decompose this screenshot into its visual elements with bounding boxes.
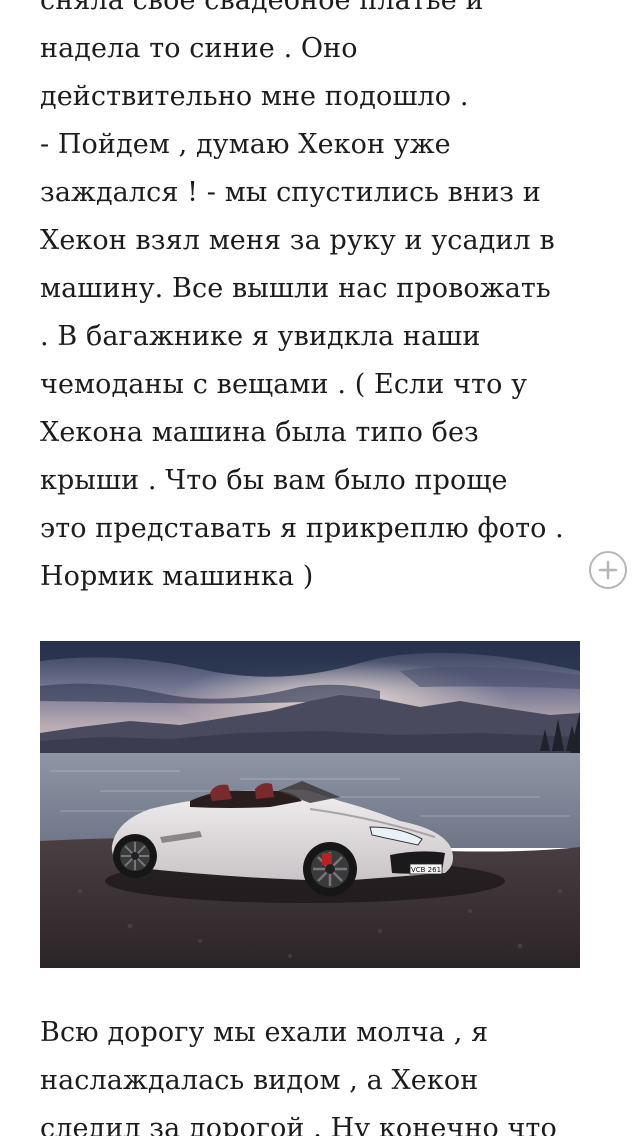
story-line: - Пойдем , думаю Хекон уже (40, 129, 451, 160)
story-line: это представать я прикреплю фото . (40, 513, 564, 544)
story-line: действительно мне подошло . (40, 81, 469, 112)
story-line: сняла свое свадебное платье и (40, 0, 484, 16)
story-line: Хекона машина была типо без (40, 417, 479, 448)
story-paragraph-top: сняла свое свадебное платье и надела то … (40, 0, 600, 601)
story-line: крыши . Что бы вам было проще (40, 465, 508, 496)
story-line: заждался ! - мы спустились вниз и (40, 177, 541, 208)
story-line: Хекон взял меня за руку и усадил в (40, 225, 555, 256)
story-line: наслаждалась видом , а Хекон (40, 1065, 479, 1096)
add-comment-button[interactable] (589, 551, 627, 589)
convertible-car-photo: VCB 261 (40, 641, 580, 968)
story-photo[interactable]: VCB 261 (40, 641, 580, 968)
story-line: Всю дорогу мы ехали молча , я (40, 1017, 489, 1048)
story-page: сняла свое свадебное платье и надела то … (0, 0, 640, 1136)
story-line: следил за дорогой . Ну конечно что (40, 1113, 557, 1136)
story-line: . В багажнике я увидкла наши (40, 321, 481, 352)
license-plate: VCB 261 (411, 866, 441, 874)
story-line: машину. Все вышли нас провожать (40, 273, 551, 304)
plus-circle-icon (598, 560, 618, 580)
story-line: Нормик машинка ) (40, 561, 314, 592)
story-line: надела то синие . Оно (40, 33, 358, 64)
story-line: чемоданы с вещами . ( Если что у (40, 369, 528, 400)
story-paragraph-bottom: Всю дорогу мы ехали молча , я наслаждала… (40, 1009, 600, 1136)
